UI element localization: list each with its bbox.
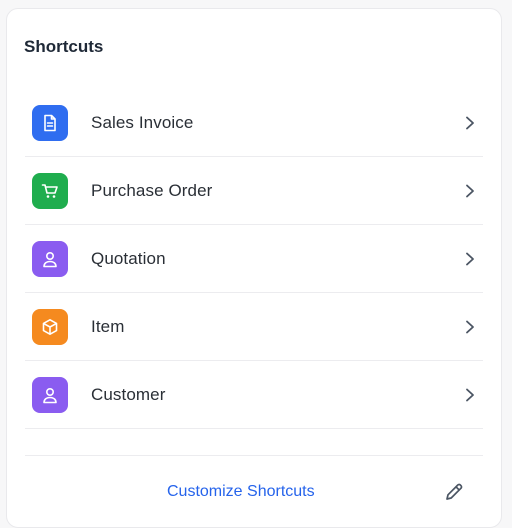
chevron-right-icon <box>466 388 474 402</box>
user-icon <box>32 377 68 413</box>
shortcut-quotation[interactable]: Quotation <box>25 225 483 293</box>
customize-shortcuts-link[interactable]: Customize Shortcuts <box>167 482 315 502</box>
chevron-right-icon <box>466 116 474 130</box>
panel-title: Shortcuts <box>24 37 104 56</box>
shortcut-label: Item <box>91 317 125 336</box>
chevron-right-icon <box>466 320 474 334</box>
shortcut-label: Quotation <box>91 249 166 268</box>
user-icon <box>32 241 68 277</box>
shortcut-label: Customer <box>91 385 166 404</box>
invoice-icon <box>32 105 68 141</box>
chevron-right-icon <box>466 252 474 266</box>
cart-icon <box>32 173 68 209</box>
shortcut-label: Purchase Order <box>91 181 213 200</box>
shortcut-customer[interactable]: Customer <box>25 361 483 429</box>
shortcut-item[interactable]: Item <box>25 293 483 361</box>
shortcut-list: Sales Invoice Purchase Order Quotation I… <box>25 89 483 429</box>
shortcuts-card: Shortcuts Sales Invoice Purchase Order Q… <box>6 8 502 528</box>
footer-divider <box>25 455 483 456</box>
chevron-right-icon <box>466 184 474 198</box>
shortcut-purchase-order[interactable]: Purchase Order <box>25 157 483 225</box>
pencil-icon[interactable] <box>443 481 465 503</box>
shortcut-sales-invoice[interactable]: Sales Invoice <box>25 89 483 157</box>
shortcut-label: Sales Invoice <box>91 113 194 132</box>
box-icon <box>32 309 68 345</box>
